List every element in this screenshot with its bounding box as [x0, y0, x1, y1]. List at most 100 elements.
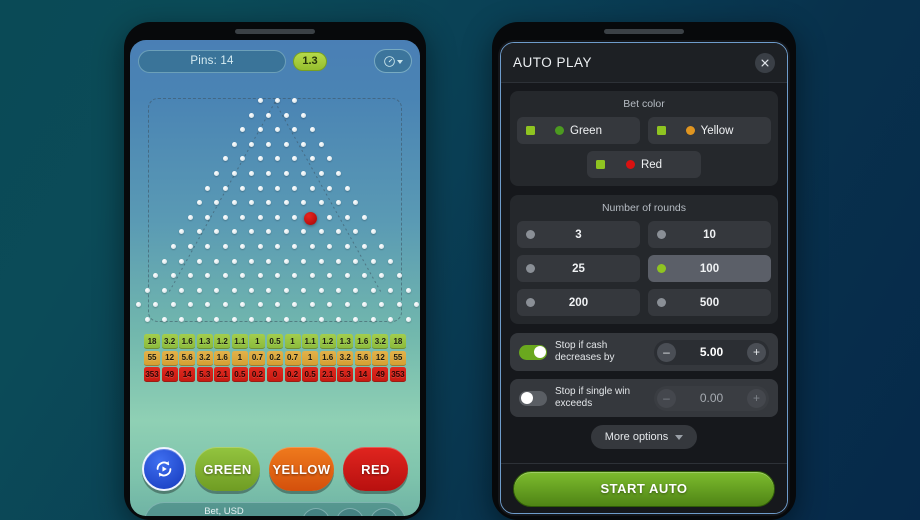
bet-color-option-red[interactable]: Red	[586, 151, 702, 178]
rounds-option-25[interactable]: 25	[517, 255, 640, 282]
stop-single-win-toggle[interactable]	[519, 390, 547, 406]
pin	[222, 273, 228, 279]
modal-footer: START AUTO	[501, 463, 787, 513]
multiplier-cell-red-6: 0.2	[249, 367, 266, 382]
game-ball	[304, 212, 317, 225]
multiplier-cell-yellow-12: 5.6	[354, 350, 371, 366]
speed-settings-button[interactable]	[374, 49, 412, 73]
rounds-option-200[interactable]: 200	[517, 289, 640, 316]
rounds-option-25-label: 25	[572, 262, 585, 275]
auto-play-modal: AUTO PLAY Bet color Green Yellow Red Num…	[500, 42, 788, 514]
multiplier-cell-green-14: 18	[389, 334, 406, 349]
pin	[344, 273, 350, 279]
pin	[144, 317, 150, 322]
stop-cash-value[interactable]: 5.00	[676, 345, 747, 359]
bet-yellow-button[interactable]: YELLOW	[269, 447, 334, 491]
multiplier-cell-red-3: 5.3	[196, 367, 213, 382]
pin	[327, 185, 333, 191]
pin	[309, 185, 315, 191]
rounds-option-10[interactable]: 10	[648, 221, 771, 248]
pin	[353, 258, 359, 264]
pin	[257, 214, 263, 220]
multiplier-cell-yellow-1: 12	[161, 350, 178, 366]
pin	[301, 141, 307, 147]
bet-color-title: Bet color	[623, 98, 665, 110]
board-guide-triangle	[167, 101, 383, 295]
pin	[405, 287, 411, 293]
pin	[240, 185, 246, 191]
pin	[248, 287, 254, 293]
bet-presets-button[interactable]	[336, 508, 364, 516]
pin	[301, 258, 307, 264]
pin	[301, 112, 307, 118]
phone-speaker-notch-right	[604, 29, 684, 34]
bet-color-option-yellow[interactable]: Yellow	[648, 117, 771, 144]
close-button[interactable]	[755, 52, 775, 73]
pin	[248, 171, 254, 176]
multiplier-cell-red-11: 5.3	[337, 367, 354, 382]
pin	[283, 258, 289, 264]
pin	[257, 127, 263, 133]
stop-win-minus-button[interactable]: –	[657, 388, 676, 408]
dot-icon-yellow	[685, 126, 695, 135]
pin	[362, 244, 367, 249]
bet-color-option-green[interactable]: Green	[517, 117, 640, 144]
phone-speaker-notch	[235, 29, 315, 34]
multiplier-cell-red-13: 49	[372, 367, 389, 382]
bet-label: Bet, USD	[204, 505, 244, 517]
bet-color-yellow-label: Yellow	[700, 124, 734, 137]
multiplier-cell-green-3: 1.3	[196, 334, 213, 349]
pin	[335, 287, 341, 293]
more-options-button[interactable]: More options	[590, 425, 698, 449]
pin	[370, 258, 376, 264]
pin	[257, 98, 263, 103]
stop-cash-decreases-row: Stop if cash decreases by – 5.00 +	[510, 333, 778, 371]
rounds-option-500[interactable]: 500	[648, 289, 771, 316]
pin	[362, 214, 367, 220]
pin	[196, 287, 202, 293]
stop-win-plus-button[interactable]: +	[747, 388, 766, 408]
bet-decrease-button[interactable]: –	[302, 508, 330, 516]
multiplier-cell-red-5: 0.5	[231, 367, 248, 382]
multiplier-cell-yellow-11: 3.2	[337, 350, 354, 366]
start-auto-button[interactable]: START AUTO	[513, 470, 775, 507]
multiplier-cell-green-5: 1.1	[231, 334, 248, 349]
pins-pill[interactable]: Pins: 14	[138, 49, 286, 73]
multiplier-cell-green-6: 1	[249, 334, 266, 349]
bet-color-red-label: Red	[640, 158, 663, 171]
bet-color-row-1: Green Yellow	[517, 117, 771, 144]
multiplier-cell-yellow-14: 55	[389, 350, 406, 366]
stop-cash-minus-button[interactable]: –	[657, 342, 676, 362]
stop-cash-plus-button[interactable]: +	[747, 342, 766, 362]
multiplier-cell-yellow-9: 1	[302, 350, 319, 366]
pin	[318, 141, 324, 147]
rounds-option-3[interactable]: 3	[517, 221, 640, 248]
modal-title: AUTO PLAY	[513, 55, 593, 70]
stop-cash-decreases-toggle[interactable]	[519, 344, 547, 360]
right-phone-screen: AUTO PLAY Bet color Green Yellow Red Num…	[498, 40, 790, 516]
bet-increase-button[interactable]: +	[370, 508, 398, 516]
multiplier-cell-yellow-0: 55	[144, 350, 161, 366]
multiplier-badge: 1.3	[293, 51, 327, 71]
color-bet-buttons: GREEN YELLOW RED	[142, 444, 408, 494]
multiplier-cell-green-13: 3.2	[372, 334, 389, 349]
more-options-wrap: More options	[510, 425, 778, 449]
stop-win-value[interactable]: 0.00	[676, 391, 747, 405]
pin	[144, 287, 150, 293]
bet-red-button[interactable]: RED	[343, 447, 408, 491]
stop-single-win-stepper: – 0.00 +	[654, 385, 769, 411]
multiplier-cell-red-2: 14	[179, 367, 196, 382]
rounds-title: Number of rounds	[601, 202, 687, 214]
rounds-row-2: 25 100	[517, 255, 771, 282]
rounds-option-100[interactable]: 100	[648, 255, 771, 282]
bet-green-button[interactable]: GREEN	[195, 447, 260, 491]
pin	[335, 171, 341, 176]
rounds-row-1: 3 10	[517, 221, 771, 248]
replay-button[interactable]	[142, 447, 186, 491]
pin	[275, 98, 280, 103]
pin	[344, 244, 350, 249]
pin	[283, 200, 289, 206]
multiplier-cell-green-0: 18	[144, 334, 161, 349]
pin	[318, 287, 324, 293]
pin	[170, 244, 176, 249]
